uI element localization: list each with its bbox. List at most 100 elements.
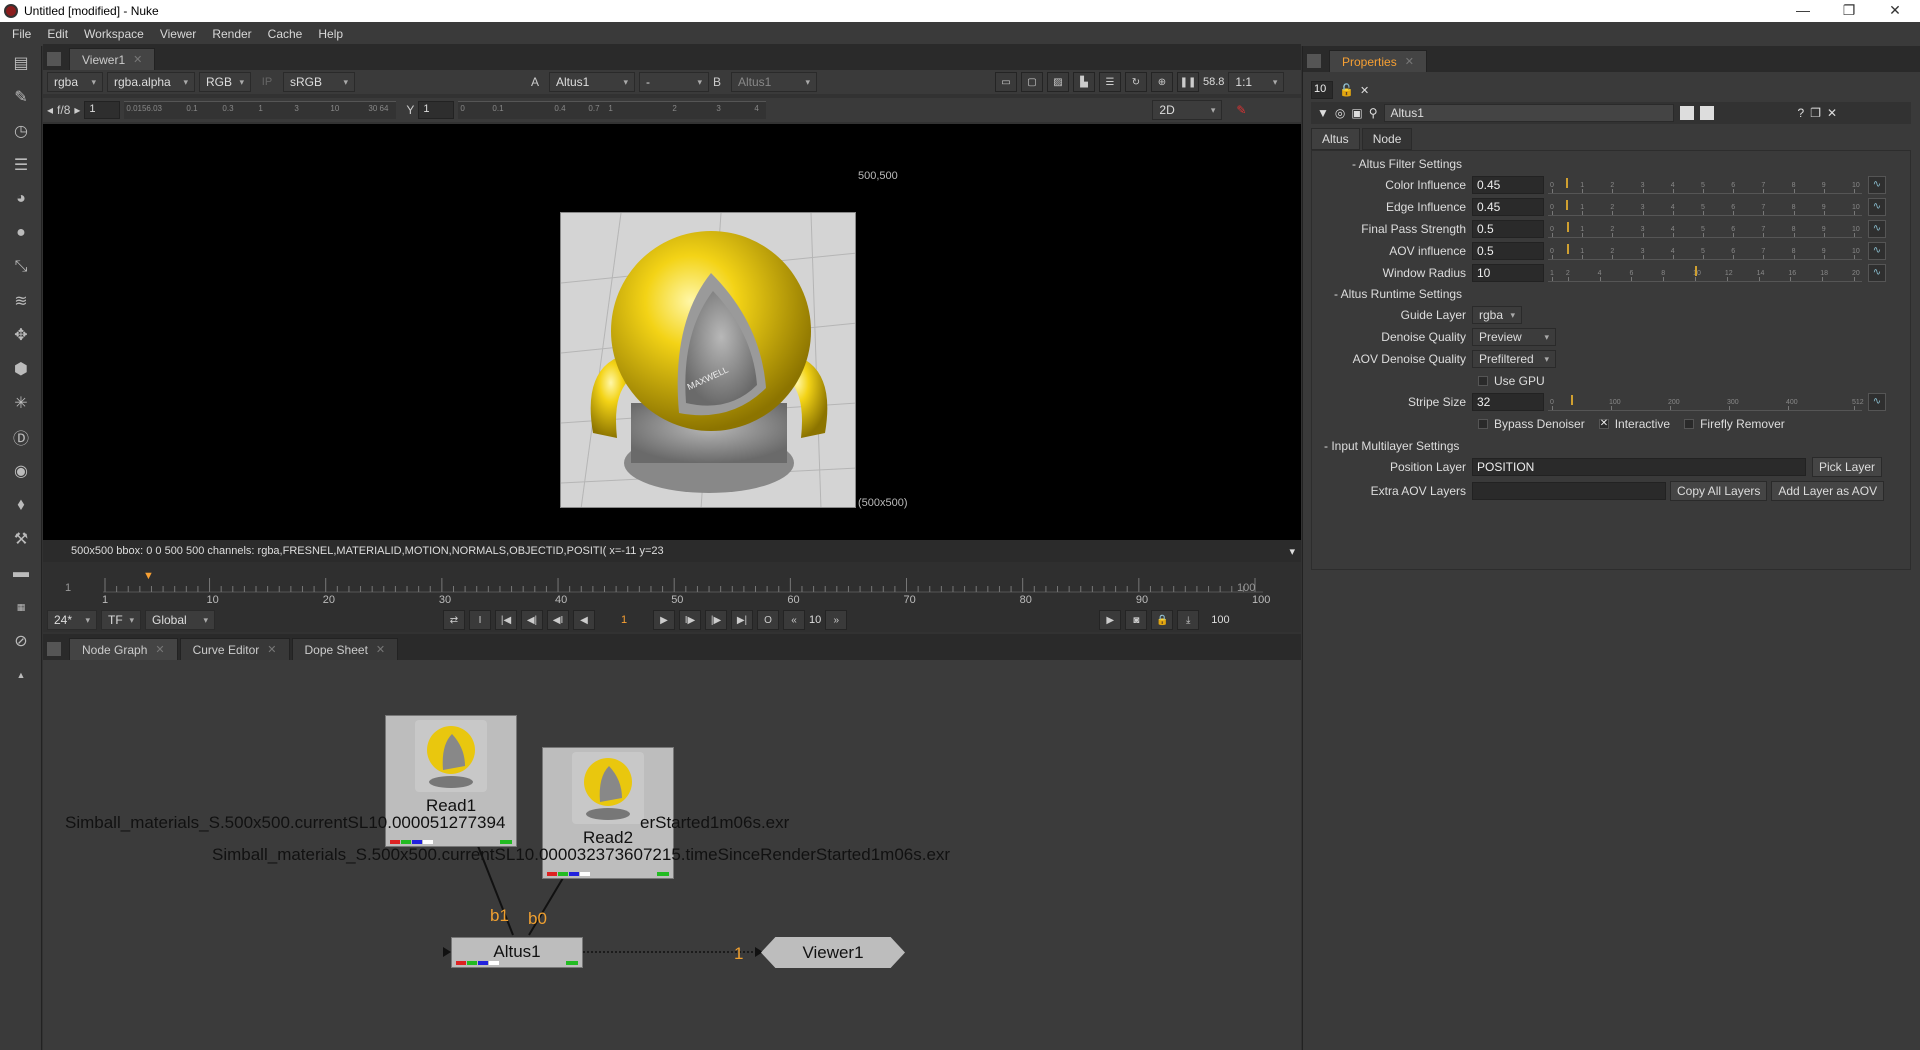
help-icon[interactable]: ? [1798,106,1805,120]
aov-influence-slider[interactable]: 0 1 2 3 4 5 6 7 8 9 10 [1548,242,1862,260]
info-expand-icon[interactable]: ▾ [1289,545,1295,558]
playback-mode-icon[interactable]: ⇄ [443,610,465,630]
lut-dropdown[interactable]: sRGB [283,72,355,92]
views-tools-icon[interactable]: ◉ [0,454,42,488]
input-a-dropdown[interactable]: Altus1 [549,72,635,92]
flipbook-icon[interactable]: ▶ [1099,610,1122,630]
input-op-dropdown[interactable]: - [639,72,709,92]
minimize-button[interactable]: — [1780,0,1826,22]
pause-icon[interactable]: ❚❚ [1177,72,1199,92]
current-frame[interactable]: 1 [599,614,649,626]
tab-viewer1[interactable]: Viewer1 ✕ [69,48,156,70]
edge-influence-slider[interactable]: 0 1 2 3 4 5 6 7 8 9 10 [1548,198,1862,216]
scale-icon[interactable]: ⤓ [1177,610,1200,630]
alpha-channel-dropdown[interactable]: rgba.alpha [107,72,195,92]
channels-dropdown[interactable]: rgba [47,72,103,92]
color-influence-input[interactable]: 0.45 [1472,176,1544,194]
stripe-size-input[interactable]: 32 [1472,393,1544,411]
tab-curve-editor[interactable]: Curve Editor ✕ [179,638,290,660]
slider-handle[interactable] [1570,395,1573,405]
menu-edit[interactable]: Edit [39,27,76,41]
input-b-dropdown[interactable]: Altus1 [731,72,817,92]
safe-area-icon[interactable]: ▢ [1021,72,1043,92]
frame-step[interactable]: 10 [809,614,821,626]
keyer-tools-icon[interactable]: ⤡ [0,250,42,284]
tool-icon[interactable]: ⚲ [1369,106,1378,120]
menu-render[interactable]: Render [204,27,259,41]
menu-file[interactable]: File [4,27,39,41]
add-layer-as-aov-button[interactable]: Add Layer as AOV [1771,481,1885,501]
close-icon[interactable]: ✕ [376,643,385,656]
playhead-icon[interactable]: ▼ [143,570,154,582]
view-mode-dropdown[interactable]: 2D [1152,100,1223,120]
animation-curve-icon[interactable]: ∿ [1868,176,1886,194]
last-frame-icon[interactable]: ▶| [731,610,753,630]
collapse-icon[interactable]: ▼ [1317,106,1329,120]
maximize-button[interactable]: ❐ [1826,0,1872,22]
fstop-next-icon[interactable]: ▸ [74,103,80,117]
fps-dropdown[interactable]: 24* [47,610,97,630]
group-multilayer-settings[interactable]: - Input Multilayer Settings [1324,439,1459,453]
merge-tools-icon[interactable]: ≋ [0,284,42,318]
animation-curve-icon[interactable]: ∿ [1868,264,1886,282]
color-tools-icon[interactable]: ◕ [0,182,42,216]
aov-denoise-quality-dropdown[interactable]: Prefiltered [1472,350,1556,368]
gamma-field[interactable]: 1 [418,101,455,119]
tab-node-graph[interactable]: Node Graph ✕ [69,638,178,660]
tab-dope-sheet[interactable]: Dope Sheet ✕ [291,638,399,660]
close-icon[interactable]: ✕ [155,643,164,656]
in-point-icon[interactable]: I [469,610,491,630]
menu-help[interactable]: Help [310,27,351,41]
window-radius-slider[interactable]: 12468101214161820 [1548,264,1862,282]
node-color-icon[interactable]: ◎ [1335,106,1345,120]
range-dropdown[interactable]: Global [145,610,215,630]
animation-curve-icon[interactable]: ∿ [1868,242,1886,260]
center-node-icon[interactable]: ▣ [1351,106,1362,120]
prev-keyframe-icon[interactable]: ◀| [521,610,543,630]
stripe-size-slider[interactable]: 0 100 200 300 400 512 [1548,393,1864,411]
undo-icon[interactable] [1679,106,1694,120]
ip-button[interactable]: IP [255,76,279,88]
overlay-icon[interactable]: ☰ [1099,72,1121,92]
menu-cache[interactable]: Cache [260,27,311,41]
extra-aov-layers-input[interactable] [1472,482,1666,500]
node-viewer1[interactable]: Viewer1 [761,937,905,968]
image-tools-icon[interactable]: ▤ [0,46,42,80]
gain-slider[interactable]: 0.0156.03 0.1 0.3 1 3 10 30 64 [124,101,397,119]
tab-node[interactable]: Node [1361,128,1413,150]
node-graph-canvas[interactable]: Read1 Read2 Simball_materials_S.500x500.… [43,660,1301,1050]
out-point-icon[interactable]: O [757,610,779,630]
close-button[interactable]: ✕ [1872,0,1918,22]
panel-menu-icon[interactable] [47,642,61,656]
interactive-checkbox[interactable]: ✕ Interactive [1598,417,1670,431]
close-panel-icon[interactable]: ✕ [1827,106,1837,120]
color-influence-slider[interactable]: 0 1 2 3 4 5 6 7 8 9 10 [1548,176,1862,194]
menu-viewer[interactable]: Viewer [152,27,204,41]
prev-frame-icon[interactable]: ◀I [547,610,569,630]
group-runtime-settings[interactable]: - Altus Runtime Settings [1334,287,1462,301]
tab-altus[interactable]: Altus [1311,128,1360,150]
time-tools-icon[interactable]: ◷ [0,114,42,148]
step-forward-icon[interactable]: » [825,610,848,630]
node-altus1[interactable]: Altus1 [451,937,583,968]
timeline[interactable]: 1 100 1 10 20 30 40 50 60 70 80 90 100 ▼ [43,562,1301,610]
step-back-icon[interactable]: « [783,610,805,630]
window-radius-input[interactable]: 10 [1472,264,1544,282]
close-icon[interactable]: ✕ [133,53,142,66]
plugin-tools-icon[interactable]: ⊘ [0,624,42,658]
deep-tools-icon[interactable]: Ⓓ [0,420,42,454]
draw-tools-icon[interactable]: ✎ [0,80,42,114]
ratio-dropdown[interactable]: 1:1 [1228,72,1285,92]
roi-icon[interactable]: ▭ [995,72,1017,92]
play-forward-icon[interactable]: ▶ [653,610,675,630]
final-pass-input[interactable]: 0.5 [1472,220,1544,238]
viewer-viewport[interactable]: MAXWELL 500,500 (500x500) [43,124,1301,540]
record-icon[interactable]: ◙ [1125,610,1148,630]
redo-icon[interactable] [1699,106,1714,120]
denoise-quality-dropdown[interactable]: Preview [1472,328,1556,346]
proxy-icon[interactable]: ⊕ [1151,72,1173,92]
slider-handle[interactable] [1695,266,1698,276]
edge-influence-input[interactable]: 0.45 [1472,198,1544,216]
tf-dropdown[interactable]: TF [101,610,141,630]
play-backward-icon[interactable]: ◀ [573,610,595,630]
